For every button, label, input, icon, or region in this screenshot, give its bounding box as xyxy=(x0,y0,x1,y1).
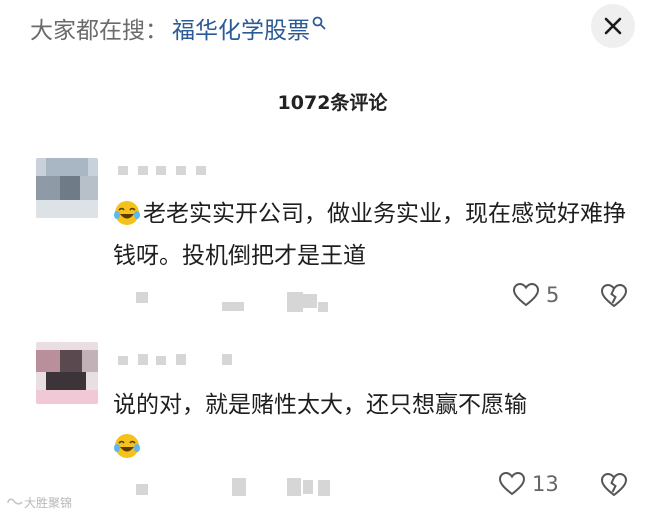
like-count: 5 xyxy=(546,283,560,307)
search-suggestion-bar[interactable]: 大家都在搜： 福华化学股票 xyxy=(30,10,326,46)
comment-text: 说的对，就是赌性太大，还只想赢不愿输 xyxy=(113,392,527,418)
like-count: 13 xyxy=(532,472,559,496)
heart-outline-icon xyxy=(498,471,526,496)
comment-body: 说的对，就是赌性太大，还只想赢不愿输 xyxy=(113,384,633,468)
like-button[interactable]: 5 xyxy=(512,282,559,308)
close-button[interactable] xyxy=(591,4,635,48)
search-icon xyxy=(312,16,326,30)
close-icon xyxy=(604,17,622,35)
watermark-logo-icon xyxy=(7,498,23,505)
search-query-link[interactable]: 福华化学股票 xyxy=(172,11,310,45)
comment-count-title: 1072条评论 xyxy=(277,92,388,114)
laughing-tears-emoji xyxy=(114,201,140,225)
laughing-tears-emoji xyxy=(114,434,140,458)
broken-heart-icon[interactable] xyxy=(600,472,628,498)
heart-outline-icon xyxy=(512,282,540,307)
like-button[interactable]: 13 xyxy=(498,471,559,497)
avatar[interactable] xyxy=(36,158,98,218)
watermark-text: 大胜聚锦 xyxy=(24,496,73,510)
watermark: 大胜聚锦 xyxy=(6,494,72,511)
avatar[interactable] xyxy=(36,342,98,404)
search-prefix-label: 大家都在搜： xyxy=(30,18,168,44)
comment-text: 老老实实开公司，做业务实业，现在感觉好难挣钱呀。投机倒把才是王道 xyxy=(113,201,626,269)
broken-heart-icon[interactable] xyxy=(600,283,628,309)
comment-body: 老老实实开公司，做业务实业，现在感觉好难挣钱呀。投机倒把才是王道 xyxy=(113,193,633,277)
